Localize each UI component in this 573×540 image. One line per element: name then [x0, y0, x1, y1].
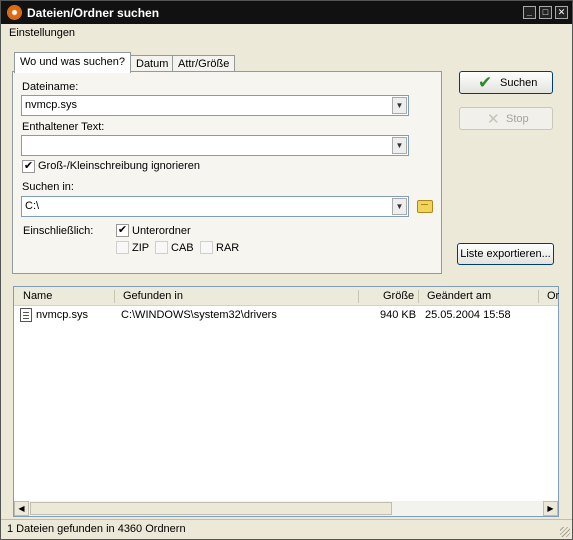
- search-in-value: C:\: [25, 200, 40, 212]
- horizontal-scrollbar[interactable]: ◀ ▶: [14, 501, 558, 516]
- results-list[interactable]: Name Gefunden in Größe Geändert am Or nv…: [13, 286, 559, 517]
- minimize-button[interactable]: _: [523, 6, 536, 19]
- filename-label: Dateiname:: [22, 81, 79, 93]
- subfolders-checkbox[interactable]: ✔: [116, 224, 129, 237]
- subfolders-label: Unterordner: [132, 225, 191, 237]
- folder-icon[interactable]: [417, 200, 433, 213]
- tab-where-what[interactable]: Wo und was suchen?: [14, 52, 131, 73]
- row-modified: 25.05.2004 15:58: [425, 309, 511, 321]
- tab-label: Wo und was suchen?: [20, 56, 125, 68]
- resize-grip-icon[interactable]: [560, 527, 570, 537]
- col-size-header[interactable]: Größe: [383, 290, 414, 302]
- column-divider[interactable]: [538, 290, 539, 303]
- search-window: Dateien/Ordner suchen _ □ ✕ Einstellunge…: [0, 0, 573, 540]
- export-button-label: Liste exportieren...: [460, 248, 551, 260]
- search-in-label: Suchen in:: [22, 181, 74, 193]
- export-list-button[interactable]: Liste exportieren...: [457, 243, 554, 265]
- checkmark-icon: ✔: [478, 73, 493, 92]
- menu-bar: Einstellungen: [1, 24, 572, 43]
- stop-button[interactable]: ✕ Stop: [459, 107, 553, 130]
- filename-combobox[interactable]: nvmcp.sys ▼: [21, 95, 409, 116]
- zip-checkbox[interactable]: [116, 241, 129, 254]
- tab-label: Attr/Größe: [178, 58, 230, 70]
- zip-label: ZIP: [132, 242, 150, 254]
- chevron-down-icon[interactable]: ▼: [392, 137, 407, 154]
- tab-label: Datum: [136, 58, 169, 70]
- contained-text-label: Enthaltener Text:: [22, 121, 105, 133]
- menu-settings[interactable]: Einstellungen: [9, 27, 75, 39]
- title-bar[interactable]: Dateien/Ordner suchen _ □ ✕: [1, 1, 572, 24]
- stop-button-label: Stop: [506, 113, 529, 125]
- file-icon: [20, 308, 32, 322]
- status-text: 1 Dateien gefunden in 4360 Ordnern: [7, 523, 186, 535]
- col-found-in-header[interactable]: Gefunden in: [123, 290, 183, 302]
- window-title: Dateien/Ordner suchen: [27, 6, 160, 20]
- ignore-case-label: Groß-/Kleinschreibung ignorieren: [38, 160, 201, 172]
- ignore-case-checkbox[interactable]: ✔: [22, 160, 35, 173]
- col-name-header[interactable]: Name: [23, 290, 52, 302]
- row-size: 940 KB: [380, 309, 417, 321]
- search-button[interactable]: ✔ Suchen: [459, 71, 553, 94]
- scroll-thumb[interactable]: [30, 502, 392, 515]
- column-divider[interactable]: [358, 290, 359, 303]
- chevron-down-icon[interactable]: ▼: [392, 198, 407, 215]
- contained-text-combobox[interactable]: ▼: [21, 135, 409, 156]
- rar-checkbox[interactable]: [200, 241, 213, 254]
- row-path: C:\WINDOWS\system32\drivers: [121, 309, 277, 321]
- tab-panel: Dateiname: nvmcp.sys ▼ Enthaltener Text:…: [12, 71, 442, 274]
- scroll-right-button[interactable]: ▶: [543, 501, 558, 516]
- maximize-button[interactable]: □: [539, 6, 552, 19]
- rar-label: RAR: [216, 242, 240, 254]
- cab-label: CAB: [171, 242, 194, 254]
- scroll-left-button[interactable]: ◀: [14, 501, 29, 516]
- only-label: Einschließlich:: [23, 225, 94, 237]
- col-modified-header[interactable]: Geändert am: [427, 290, 491, 302]
- chevron-down-icon[interactable]: ▼: [392, 97, 407, 114]
- close-button[interactable]: ✕: [555, 6, 568, 19]
- filename-value: nvmcp.sys: [25, 99, 77, 111]
- row-name: nvmcp.sys: [36, 309, 88, 321]
- stop-icon: ✕: [487, 111, 500, 128]
- column-divider[interactable]: [418, 290, 419, 303]
- search-button-label: Suchen: [500, 77, 538, 89]
- search-in-combobox[interactable]: C:\ ▼: [21, 196, 409, 217]
- column-divider[interactable]: [114, 290, 115, 303]
- status-bar: 1 Dateien gefunden in 4360 Ordnern: [1, 519, 572, 539]
- col-origin-header[interactable]: Or: [547, 290, 559, 302]
- results-header: Name Gefunden in Größe Geändert am Or: [14, 287, 559, 306]
- cab-checkbox[interactable]: [155, 241, 168, 254]
- table-row[interactable]: nvmcp.sys C:\WINDOWS\system32\drivers 94…: [14, 308, 558, 324]
- app-icon: [7, 5, 22, 20]
